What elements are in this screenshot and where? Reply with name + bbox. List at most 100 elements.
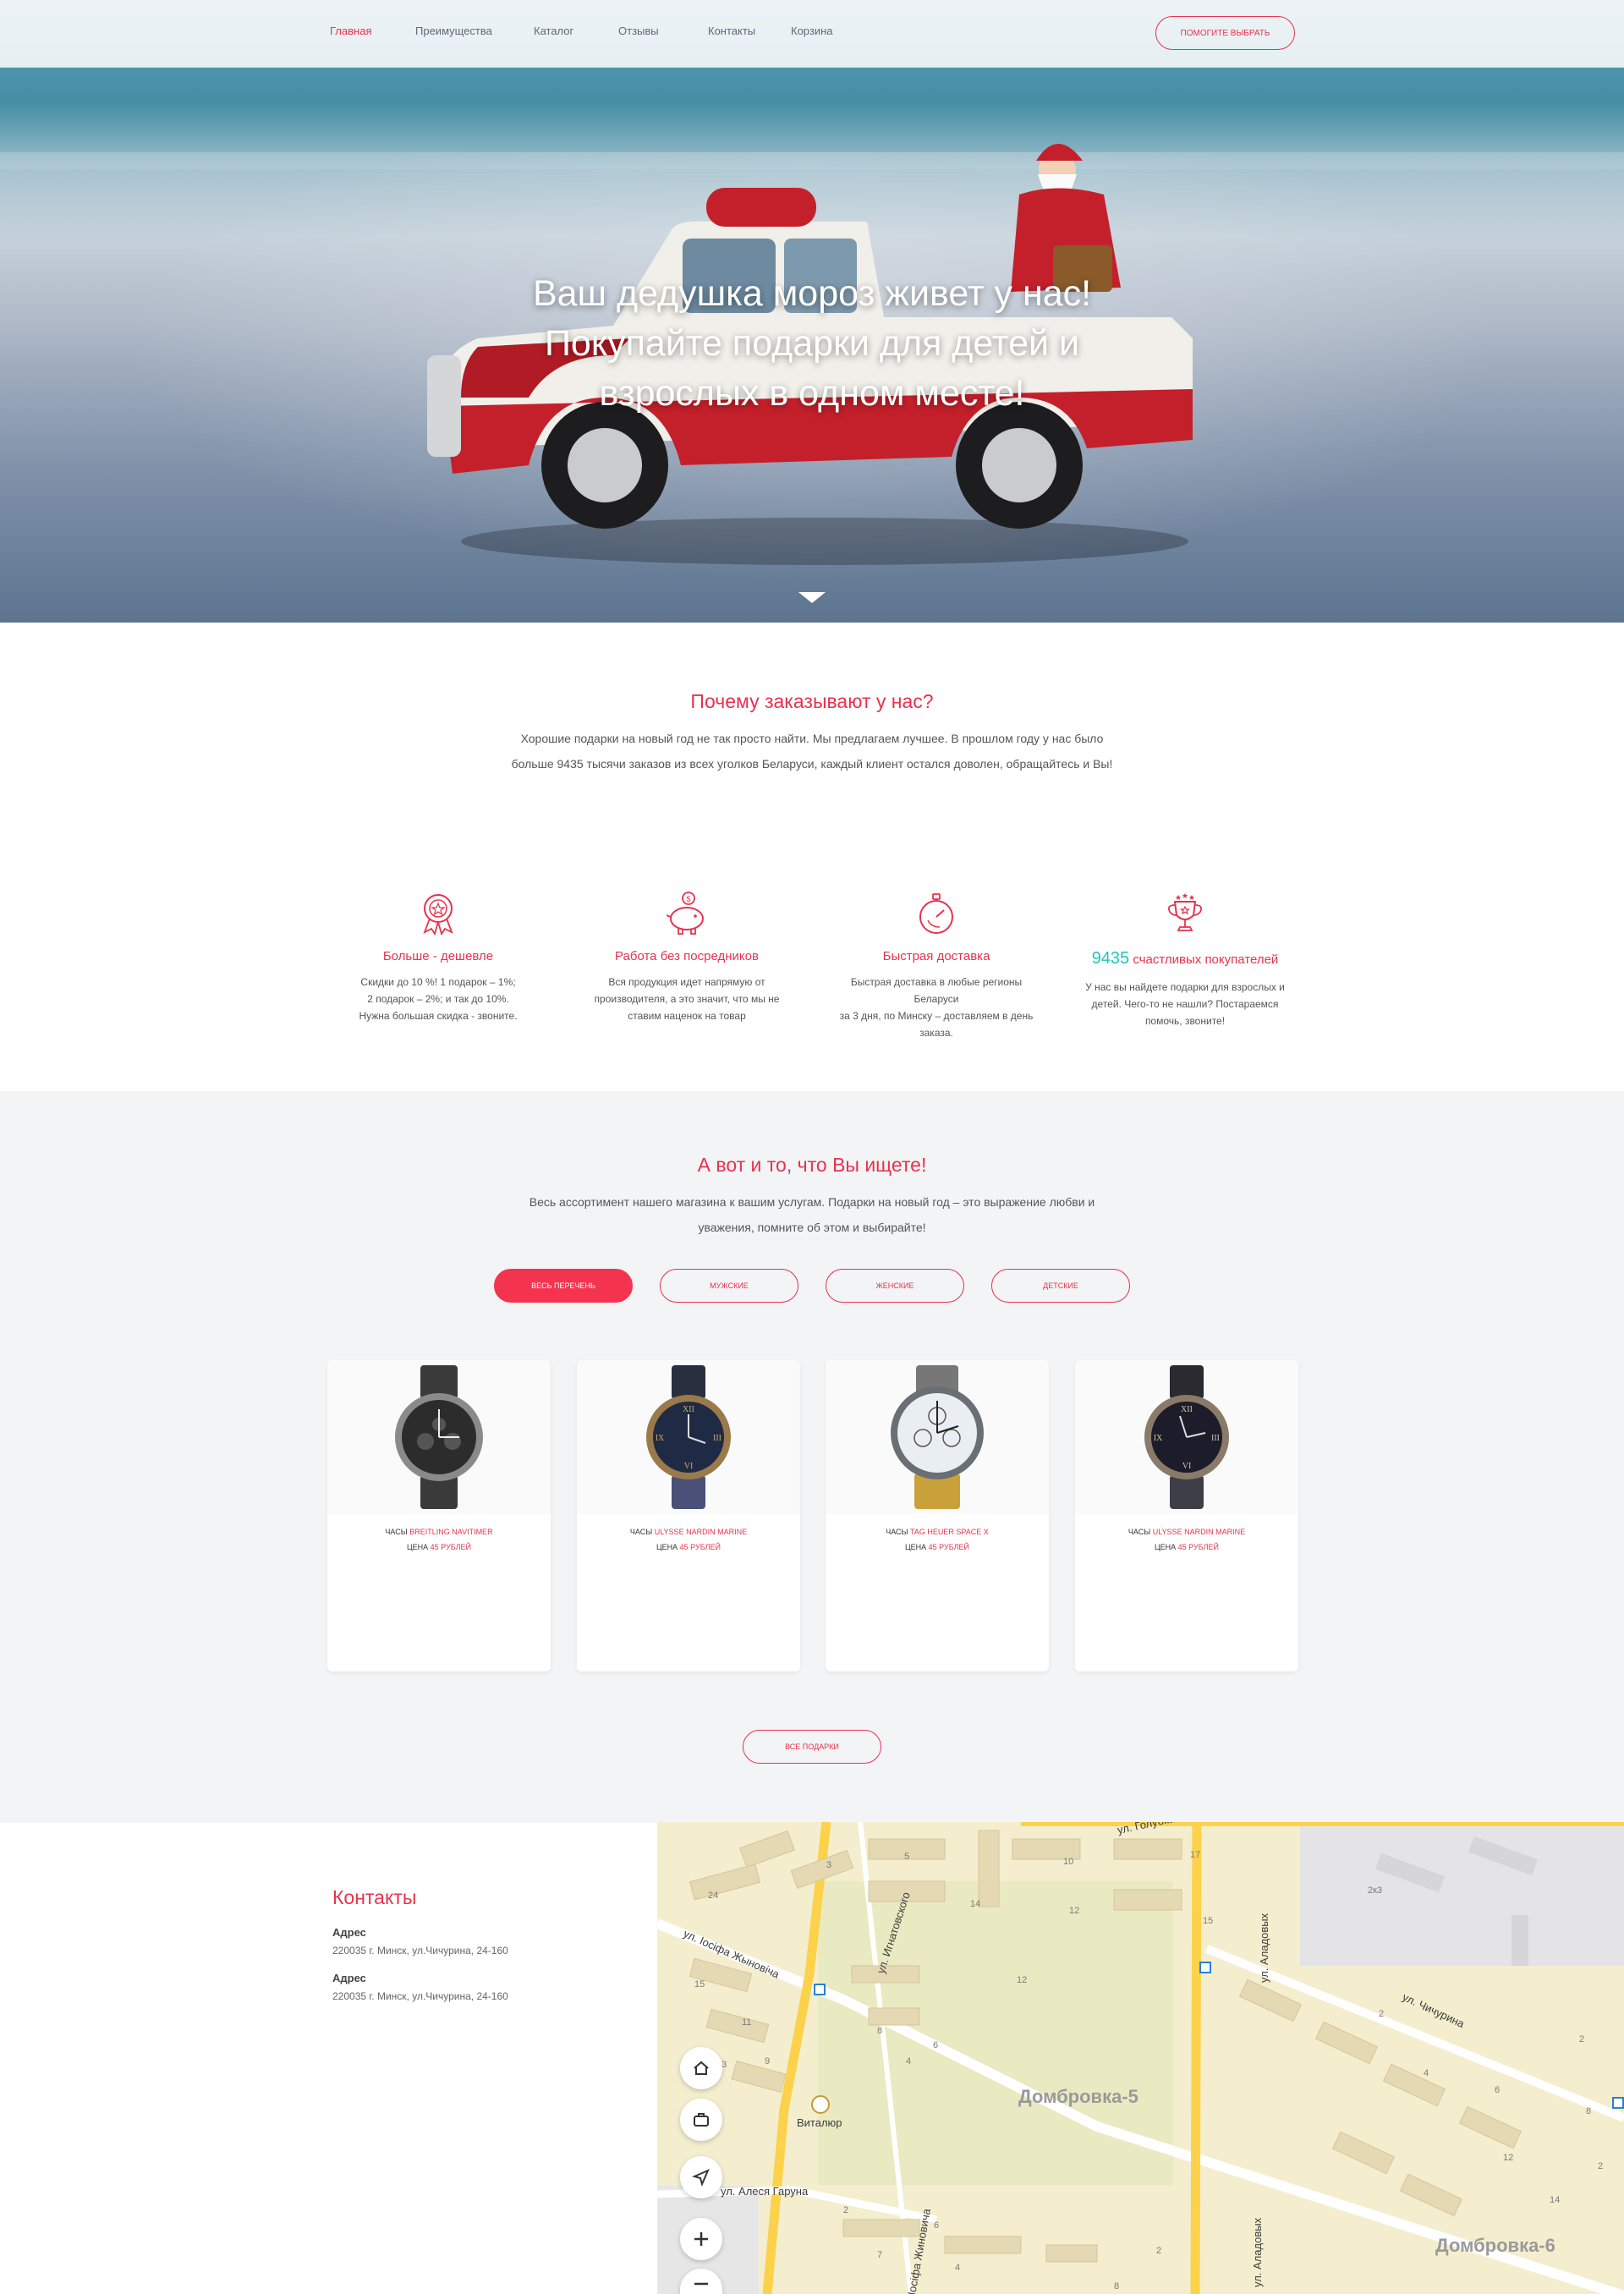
svg-text:2к3: 2к3: [1368, 1885, 1382, 1896]
svg-text:XII: XII: [683, 1405, 694, 1414]
home-icon: [694, 2061, 709, 2075]
feature-text: У нас вы найдете подарки для взрослых и …: [1067, 979, 1303, 1029]
svg-text:12: 12: [1503, 2153, 1513, 2163]
product-prefix: ЧАСЫ: [385, 1528, 408, 1536]
map-canvas: ул. Голубка ул. Игнатовского ул. Іосіфа …: [657, 1822, 1624, 2294]
all-gifts-button[interactable]: ВСЕ ПОДАРКИ: [743, 1730, 881, 1764]
location-map[interactable]: ул. Голубка ул. Игнатовского ул. Іосіфа …: [657, 1822, 1624, 2294]
svg-text:2: 2: [843, 2205, 848, 2215]
address-value: 220035 г. Минск, ул.Чичурина, 24-160: [332, 1945, 508, 1956]
product-prefix: ЧАСЫ: [629, 1528, 653, 1536]
product-title: BREITLING NAVITIMER: [409, 1528, 493, 1536]
product-price: ЦЕНА 45 РУБЛЕЙ: [327, 1543, 551, 1551]
svg-text:17: 17: [1190, 1850, 1200, 1860]
product-price: ЦЕНА 45 РУБЛЕЙ: [826, 1543, 1049, 1551]
feature-title: Быстрая доставка: [882, 949, 990, 963]
product-title: ULYSSE NARDIN MARINE: [1152, 1528, 1246, 1536]
svg-text:2: 2: [1156, 2246, 1161, 2256]
svg-text:5: 5: [904, 1852, 909, 1862]
product-name: ЧАСЫ TAG HEUER SPACE X: [826, 1528, 1049, 1536]
customers-label: счастливых покупателей: [1133, 952, 1279, 967]
briefcase-icon: [694, 2113, 709, 2127]
stopwatch-icon: [919, 893, 953, 934]
nav-link-catalog[interactable]: Каталог: [534, 25, 573, 37]
product-card[interactable]: XII VI IX III ЧАСЫ ULYSSE NARDIN MARINE …: [1075, 1360, 1298, 1671]
feature-text-line: Вся продукция идет напрямую от: [608, 976, 765, 988]
svg-text:4: 4: [1424, 2068, 1429, 2078]
map-work-button[interactable]: [680, 2099, 722, 2141]
svg-text:8: 8: [1586, 2106, 1591, 2116]
piggy-bank-icon: $: [666, 892, 704, 935]
map-zoom-in-button[interactable]: [680, 2218, 722, 2260]
svg-text:6: 6: [1495, 2085, 1500, 2095]
feature-happy-customers: 9435 счастливых покупателей У нас вы най…: [1067, 890, 1303, 1029]
map-locate-button[interactable]: [680, 2156, 722, 2198]
svg-text:14: 14: [970, 1899, 980, 1909]
svg-text:15: 15: [694, 1979, 705, 1989]
hero-banner: Главная Преимущества Каталог Отзывы Конт…: [0, 0, 1624, 623]
product-price: ЦЕНА 45 РУБЛЕЙ: [577, 1543, 800, 1551]
svg-text:III: III: [1211, 1434, 1220, 1443]
svg-text:2: 2: [1598, 2161, 1603, 2171]
filter-kids-button[interactable]: ДЕТСКИЕ: [991, 1269, 1130, 1303]
trophy-cup-icon: [1167, 893, 1203, 931]
nav-link-home[interactable]: Главная: [330, 25, 371, 37]
contacts-title: Контакты: [332, 1886, 417, 1908]
product-prefix: ЧАСЫ: [886, 1528, 908, 1536]
map-poi-label: Виталюр: [797, 2116, 842, 2129]
catalog-text-line: уважения, помните об этом и выбирайте!: [698, 1221, 926, 1234]
watch-icon: [891, 1365, 984, 1509]
product-card[interactable]: XII VI IX III ЧАСЫ ULYSSE NARDIN MARINE …: [577, 1360, 800, 1671]
hero-title-line: взрослых в одном месте!: [599, 373, 1025, 414]
filter-womens-button[interactable]: ЖЕНСКИЕ: [826, 1269, 964, 1303]
product-price: ЦЕНА 45 РУБЛЕЙ: [1075, 1543, 1298, 1551]
nav-link-cart[interactable]: Корзина: [791, 25, 833, 37]
svg-text:XII: XII: [1181, 1405, 1193, 1414]
feature-text-line: Скидки до 10 %! 1 подарок – 1%;: [360, 976, 516, 988]
feature-text-line: Быстрая доставка в любые регионы Беларус…: [850, 976, 1023, 1005]
scroll-down-arrow-icon[interactable]: [798, 592, 826, 603]
product-image: [327, 1360, 551, 1514]
price-value: 45 РУБЛЕЙ: [679, 1543, 721, 1551]
svg-text:VI: VI: [1182, 1462, 1192, 1471]
svg-text:$: $: [686, 895, 690, 903]
feature-discount: Больше - дешевле Скидки до 10 %! 1 подар…: [320, 890, 557, 1024]
svg-text:6: 6: [934, 2220, 939, 2231]
svg-text:6: 6: [933, 2040, 938, 2050]
feature-text: Вся продукция идет напрямую от производи…: [568, 974, 805, 1024]
product-card[interactable]: ЧАСЫ BREITLING NAVITIMER ЦЕНА 45 РУБЛЕЙ: [327, 1360, 551, 1671]
svg-text:4: 4: [906, 2056, 911, 2066]
help-choose-button[interactable]: ПОМОГИТЕ ВЫБРАТЬ: [1155, 16, 1295, 50]
svg-text:15: 15: [1203, 1916, 1213, 1926]
feature-text-line: заказа.: [919, 1027, 953, 1039]
product-card[interactable]: ЧАСЫ TAG HEUER SPACE X ЦЕНА 45 РУБЛЕЙ: [826, 1360, 1049, 1671]
feature-fast-delivery: Быстрая доставка Быстрая доставка в любы…: [818, 890, 1055, 1041]
filter-mens-button[interactable]: МУЖСКИЕ: [660, 1269, 798, 1303]
price-label: ЦЕНА: [406, 1543, 429, 1551]
hero-title-line: Ваш дедушка мороз живет у нас!: [532, 273, 1092, 314]
price-value: 45 РУБЛЕЙ: [1177, 1543, 1219, 1551]
filter-all-button[interactable]: ВЕСЬ ПЕРЕЧЕНЬ: [494, 1269, 633, 1303]
nav-link-reviews[interactable]: Отзывы: [618, 25, 659, 37]
nav-link-advantages[interactable]: Преимущества: [415, 25, 492, 37]
feature-no-intermediaries: $ Работа без посредников Вся продукция и…: [568, 890, 805, 1024]
price-value: 45 РУБЛЕЙ: [430, 1543, 471, 1551]
svg-text:14: 14: [1550, 2195, 1560, 2205]
address-label: Адрес: [332, 1972, 366, 1984]
feature-text: Скидки до 10 %! 1 подарок – 1%; 2 подаро…: [320, 974, 557, 1024]
svg-text:8: 8: [877, 2026, 882, 2036]
watch-icon: [395, 1365, 483, 1509]
svg-text:IX: IX: [656, 1434, 665, 1443]
product-image: XII VI IX III: [577, 1360, 800, 1514]
feature-text: Быстрая доставка в любые регионы Беларус…: [818, 974, 1055, 1041]
feature-text-line: Нужна большая скидка - звоните.: [359, 1010, 518, 1022]
svg-text:3: 3: [826, 1860, 831, 1870]
navigation-arrow-icon: [692, 2169, 710, 2187]
why-section-text: Хорошие подарки на новый год не так прос…: [474, 726, 1150, 777]
why-section-title: Почему заказывают у нас?: [690, 690, 934, 712]
feature-title: Больше - дешевле: [382, 949, 494, 963]
nav-link-contacts[interactable]: Контакты: [708, 25, 755, 37]
catalog-text-line: Весь ассортимент нашего магазина к вашим…: [529, 1195, 1095, 1209]
map-home-button[interactable]: [680, 2047, 722, 2089]
price-label: ЦЕНА: [904, 1543, 927, 1551]
